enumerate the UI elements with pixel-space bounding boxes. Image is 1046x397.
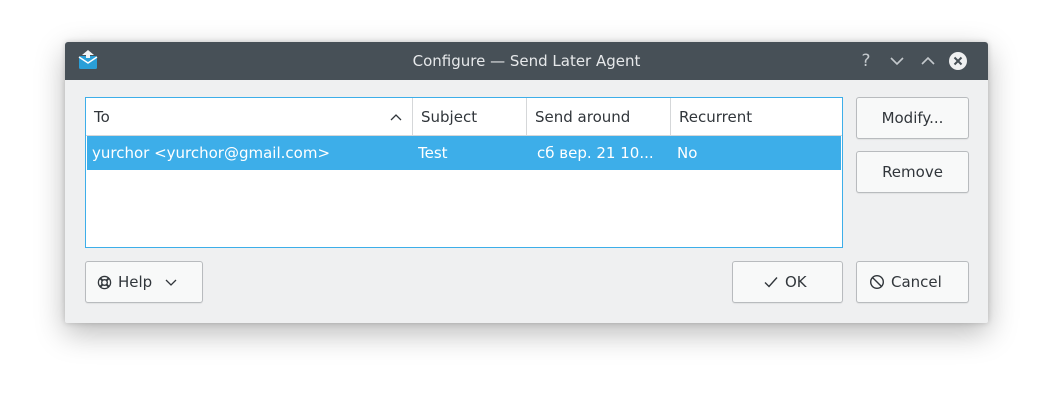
checkmark-icon <box>764 277 778 288</box>
chevron-down-icon <box>165 279 177 286</box>
title-bar[interactable]: Configure — Send Later Agent ? <box>65 42 988 80</box>
help-button[interactable]: Help <box>85 261 203 303</box>
ok-button[interactable]: OK <box>732 261 843 303</box>
close-icon[interactable] <box>948 51 968 71</box>
table-header: To Subject Send around Recurrent <box>86 98 842 136</box>
ok-button-label: OK <box>785 273 807 291</box>
cell-subject: Test <box>418 144 448 162</box>
remove-button[interactable]: Remove <box>856 151 969 193</box>
configure-dialog: Configure — Send Later Agent ? To Subjec… <box>65 42 988 323</box>
help-button-label: Help <box>118 273 153 291</box>
column-header-recurrent[interactable]: Recurrent <box>671 98 842 136</box>
cell-send-around: сб вер. 21 10... <box>537 144 654 162</box>
table-row[interactable]: yurchor <yurchor@gmail.com> Test сб вер.… <box>87 136 841 170</box>
cell-to: yurchor <yurchor@gmail.com> <box>92 144 331 162</box>
window-title: Configure — Send Later Agent <box>412 52 641 70</box>
sort-ascending-icon <box>390 114 402 121</box>
chevron-down-icon[interactable] <box>887 51 907 71</box>
column-header-subject[interactable]: Subject <box>413 98 527 136</box>
help-icon[interactable]: ? <box>856 51 876 71</box>
lifebuoy-icon <box>97 275 112 289</box>
cancel-icon <box>869 274 885 290</box>
column-header-label: To <box>94 108 110 126</box>
modify-button[interactable]: Modify... <box>856 97 969 139</box>
chevron-up-icon[interactable] <box>918 51 938 71</box>
scheduled-messages-table[interactable]: To Subject Send around Recurrent yurchor… <box>85 97 843 248</box>
column-header-send-around[interactable]: Send around <box>527 98 671 136</box>
column-header-to[interactable]: To <box>86 98 413 136</box>
cancel-button[interactable]: Cancel <box>856 261 969 303</box>
cancel-button-label: Cancel <box>891 273 942 291</box>
cell-recurrent: No <box>677 144 698 162</box>
